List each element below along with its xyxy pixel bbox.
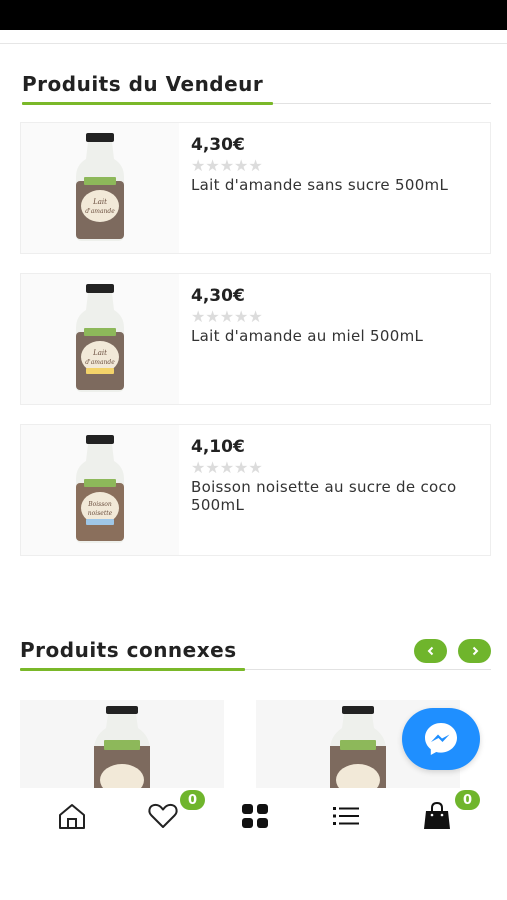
product-card[interactable]: Boisson noisette 4,10€ ★★★★★ Boisson noi… (20, 424, 491, 556)
product-price: 4,30€ (191, 135, 245, 155)
section-underline (22, 102, 273, 105)
svg-text:Boisson: Boisson (87, 501, 112, 508)
grid-icon (242, 804, 268, 828)
bottle-image: Lait d'amande (76, 284, 124, 392)
messenger-icon (425, 723, 457, 755)
bottle-image: Boisson noisette (76, 435, 124, 543)
bottle-image: Lait d'amande (76, 133, 124, 241)
product-card[interactable]: Lait d'amande 4,30€ ★★★★★ Lait d'amande … (20, 122, 491, 254)
bottle-image (94, 706, 150, 795)
product-price: 4,30€ (191, 286, 245, 306)
product-image[interactable]: Lait d'amande (21, 123, 179, 253)
nav-home[interactable] (52, 800, 92, 832)
product-price: 4,10€ (191, 437, 245, 457)
nav-list[interactable] (326, 800, 366, 832)
svg-text:Lait: Lait (92, 349, 107, 357)
bag-icon (424, 801, 450, 829)
section-underline (20, 668, 245, 671)
cart-count-badge: 0 (455, 790, 480, 810)
product-name[interactable]: Boisson noisette au sucre de coco 500mL (191, 478, 476, 514)
rating-stars: ★★★★★ (191, 307, 263, 326)
product-image[interactable]: Lait d'amande (21, 274, 179, 404)
svg-text:Lait: Lait (92, 198, 107, 206)
product-card[interactable]: Lait d'amande 4,30€ ★★★★★ Lait d'amande … (20, 273, 491, 405)
svg-text:noisette: noisette (88, 510, 113, 517)
svg-text:d'amande: d'amande (85, 359, 115, 366)
heart-icon (148, 803, 178, 828)
related-product-image[interactable] (20, 700, 224, 795)
list-icon (333, 807, 359, 825)
chevron-right-icon (472, 646, 478, 656)
product-name[interactable]: Lait d'amande sans sucre 500mL (191, 176, 476, 194)
header-divider (0, 30, 507, 44)
svg-text:d'amande: d'amande (85, 208, 115, 215)
rating-stars: ★★★★★ (191, 156, 263, 175)
bottle-image (330, 706, 386, 795)
rating-stars: ★★★★★ (191, 458, 263, 477)
status-bar (0, 0, 507, 30)
wishlist-count-badge: 0 (180, 790, 205, 810)
home-icon (59, 804, 85, 829)
chevron-left-icon (427, 646, 433, 656)
section-title-vendor: Produits du Vendeur (22, 72, 264, 96)
bottom-navigation: 0 0 (0, 788, 507, 848)
section-title-related: Produits connexes (20, 638, 237, 662)
product-name[interactable]: Lait d'amande au miel 500mL (191, 327, 476, 345)
nav-categories[interactable] (235, 800, 275, 832)
related-next-button[interactable] (458, 639, 491, 663)
messenger-button[interactable] (402, 708, 480, 770)
product-image[interactable]: Boisson noisette (21, 425, 179, 555)
nav-wishlist[interactable] (143, 800, 183, 832)
related-prev-button[interactable] (414, 639, 447, 663)
nav-cart[interactable] (417, 800, 457, 832)
